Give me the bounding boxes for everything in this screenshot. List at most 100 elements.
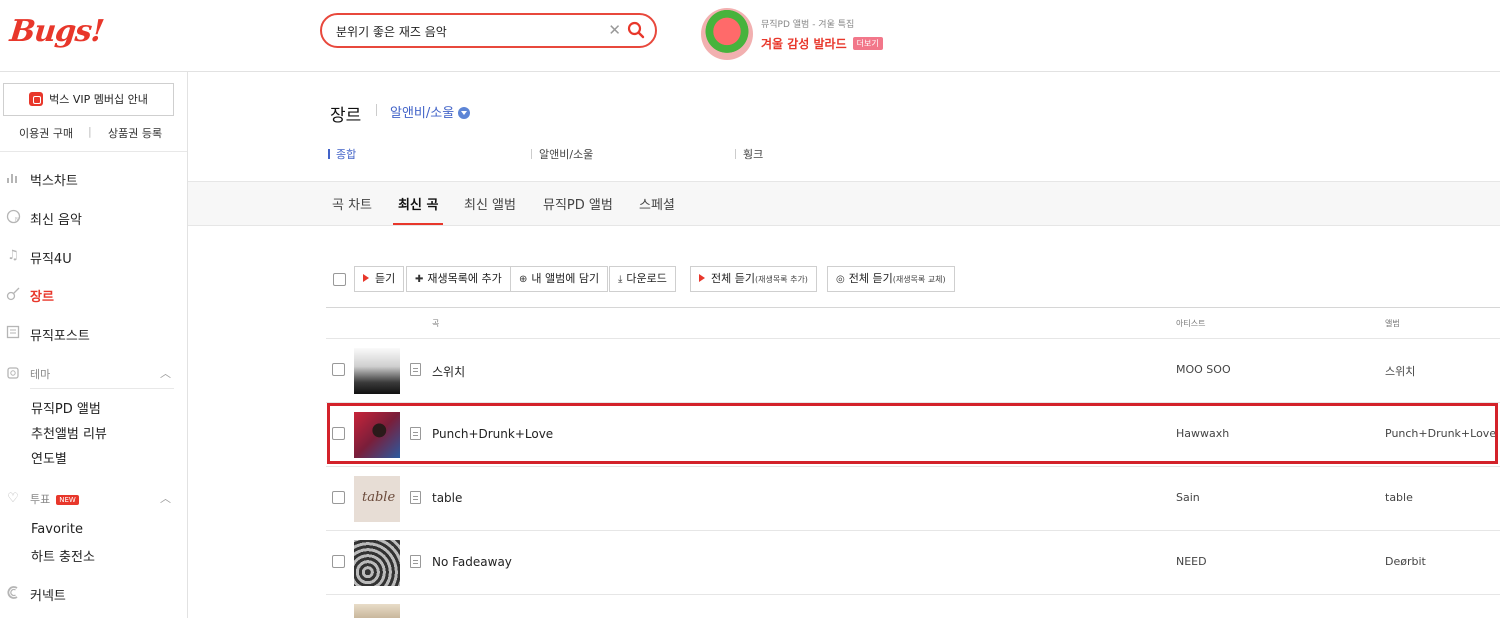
sidebar-item-new-music[interactable]: N 최신 음악 xyxy=(0,206,187,230)
song-title[interactable]: No Fadeaway xyxy=(432,555,512,569)
row-checkbox[interactable] xyxy=(332,555,345,568)
add-to-album-label: 내 앨범에 담기 xyxy=(531,272,600,285)
song-album[interactable]: table xyxy=(1385,491,1413,504)
promo-subtitle: 뮤직PD 앨범 - 겨울 특집 xyxy=(761,20,855,30)
post-icon xyxy=(5,325,21,341)
sidebar: 벅스 VIP 멤버십 안내 이용권 구매 | 상품권 등록 벅스차트 N 최신 … xyxy=(0,72,188,618)
thumbnail-text: table xyxy=(362,490,396,505)
sidebar-item-musicpd-album[interactable]: 뮤직PD 앨범 xyxy=(31,398,101,417)
guitar-icon xyxy=(5,286,21,302)
vip-membership-button[interactable]: 벅스 VIP 멤버십 안내 xyxy=(3,83,174,116)
promo-more-button[interactable]: 더보기 xyxy=(852,37,883,50)
chevron-down-icon[interactable] xyxy=(458,107,471,119)
sidebar-item-favorite[interactable]: Favorite xyxy=(31,522,83,537)
replace-play-icon: ◎ xyxy=(836,274,845,285)
vip-icon xyxy=(29,92,44,106)
listen-button[interactable]: 듣기 xyxy=(354,266,405,292)
chart-icon xyxy=(5,170,21,186)
table-row[interactable]: No Fadeaway NEED Deørbit xyxy=(326,531,1500,595)
sidebar-item-label: 장르 xyxy=(30,290,54,305)
song-title[interactable]: table xyxy=(432,491,462,505)
chevron-up-icon[interactable]: ︿ xyxy=(160,365,171,381)
sidebar-item-music-post[interactable]: 뮤직포스트 xyxy=(0,322,187,346)
genre-dropdown[interactable]: 알앤비/소울 xyxy=(390,102,471,121)
sidebar-item-label: 뮤직포스트 xyxy=(30,329,90,344)
sidebar-section-vote[interactable]: ♡ 투표 NEW ︿ xyxy=(0,488,187,512)
lyrics-icon[interactable] xyxy=(410,363,421,376)
sidebar-item-label: 최신 음악 xyxy=(30,213,82,228)
tab-musicpd-albums[interactable]: 뮤직PD 앨범 xyxy=(543,194,613,213)
lyrics-icon[interactable] xyxy=(410,491,421,504)
sidebar-item-label: 뮤직4U xyxy=(30,252,72,267)
search-input[interactable] xyxy=(336,22,606,40)
connect-icon xyxy=(5,585,21,601)
song-title[interactable]: 스위치 xyxy=(432,363,465,380)
subgenre-all[interactable]: 종합 xyxy=(327,146,356,162)
subgenre-rnb-soul[interactable]: 알앤비/소울 xyxy=(530,146,593,162)
table-row[interactable]: table table Sain table xyxy=(326,467,1500,531)
active-tab-indicator xyxy=(393,223,443,225)
chevron-up-icon[interactable]: ︿ xyxy=(160,490,171,506)
svg-text:N: N xyxy=(15,217,19,223)
row-checkbox[interactable] xyxy=(332,363,345,376)
tab-special[interactable]: 스페셜 xyxy=(639,194,675,213)
search-box[interactable]: ✕ xyxy=(320,13,657,48)
lyrics-icon[interactable] xyxy=(410,555,421,568)
column-header-artist: 아티스트 xyxy=(1176,319,1206,328)
play-all-add-button[interactable]: 전체 듣기(재생목록 추가) xyxy=(690,266,817,292)
tab-song-chart[interactable]: 곡 차트 xyxy=(332,194,372,213)
sidebar-item-heart-charge[interactable]: 하트 충전소 xyxy=(31,546,95,565)
sidebar-item-music4u[interactable]: ♫ 뮤직4U xyxy=(0,245,187,269)
sidebar-item-connect[interactable]: 커넥트 xyxy=(0,582,187,606)
sidebar-item-label: 벅스차트 xyxy=(30,174,78,189)
song-artist[interactable]: MOO SOO xyxy=(1176,363,1231,376)
header: Bugs! ✕ 뮤직PD 앨범 - 겨울 특집 겨울 감성 발라드 더보기 xyxy=(0,0,1500,72)
heart-icon: ♡ xyxy=(7,491,19,506)
title-separator xyxy=(376,104,377,116)
album-thumbnail[interactable] xyxy=(354,540,400,586)
music-note-icon: ♫ xyxy=(7,248,19,263)
download-icon: ⤓ xyxy=(618,274,623,285)
song-album[interactable]: 스위치 xyxy=(1385,363,1415,379)
search-icon[interactable] xyxy=(627,21,645,39)
promo-thumbnail[interactable] xyxy=(701,8,753,60)
add-album-icon: ⊕ xyxy=(519,274,528,285)
sidebar-item-bugs-chart[interactable]: 벅스차트 xyxy=(0,167,187,191)
tab-bar: 곡 차트 최신 곡 최신 앨범 뮤직PD 앨범 스페셜 xyxy=(188,181,1500,226)
promo-banner[interactable]: 뮤직PD 앨범 - 겨울 특집 겨울 감성 발라드 더보기 xyxy=(701,8,921,60)
play-icon xyxy=(363,274,369,282)
table-row[interactable] xyxy=(326,595,1500,618)
row-checkbox[interactable] xyxy=(332,491,345,504)
bugs-logo[interactable]: Bugs! xyxy=(8,14,105,49)
sidebar-item-label: 커넥트 xyxy=(30,589,66,604)
album-thumbnail[interactable]: table xyxy=(354,476,400,522)
select-all-checkbox[interactable] xyxy=(333,273,346,286)
song-artist[interactable]: Sain xyxy=(1176,491,1200,504)
song-album[interactable]: Deørbit xyxy=(1385,555,1426,568)
sidebar-item-album-review[interactable]: 추천앨범 리뷰 xyxy=(31,423,107,442)
column-header-album: 앨범 xyxy=(1385,319,1400,328)
download-button[interactable]: ⤓ 다운로드 xyxy=(609,266,676,292)
genre-dropdown-label: 알앤비/소울 xyxy=(390,106,455,121)
album-thumbnail[interactable] xyxy=(354,604,400,618)
subgenre-funk[interactable]: 훵크 xyxy=(734,146,763,162)
album-thumbnail[interactable] xyxy=(354,348,400,394)
buy-pass-link[interactable]: 이용권 구매 xyxy=(19,125,73,141)
toolbar: 듣기 ✚ 재생목록에 추가 ⊕ 내 앨범에 담기 ⤓ 다운로드 전체 듣기(재생목록 … xyxy=(326,266,1026,292)
table-row[interactable]: 스위치 MOO SOO 스위치 xyxy=(326,339,1500,403)
add-to-playlist-button[interactable]: ✚ 재생목록에 추가 xyxy=(406,266,511,292)
sidebar-item-genre[interactable]: 장르 xyxy=(0,283,187,307)
promo-title-text[interactable]: 겨울 감성 발라드 xyxy=(761,37,847,51)
play-all-replace-button[interactable]: ◎ 전체 듣기(재생목록 교체) xyxy=(827,266,955,292)
promo-title[interactable]: 겨울 감성 발라드 더보기 xyxy=(761,35,883,52)
tab-latest-songs[interactable]: 최신 곡 xyxy=(398,194,438,213)
register-voucher-link[interactable]: 상품권 등록 xyxy=(108,125,162,141)
add-to-album-button[interactable]: ⊕ 내 앨범에 담기 xyxy=(510,266,609,292)
sidebar-item-by-year[interactable]: 연도별 xyxy=(31,448,67,467)
new-music-icon: N xyxy=(5,209,21,225)
tab-latest-albums[interactable]: 최신 앨범 xyxy=(464,194,516,213)
clear-icon[interactable]: ✕ xyxy=(608,21,621,39)
sidebar-section-theme[interactable]: 테마 ︿ xyxy=(0,363,187,387)
song-artist[interactable]: NEED xyxy=(1176,555,1207,568)
play-icon xyxy=(699,274,705,282)
